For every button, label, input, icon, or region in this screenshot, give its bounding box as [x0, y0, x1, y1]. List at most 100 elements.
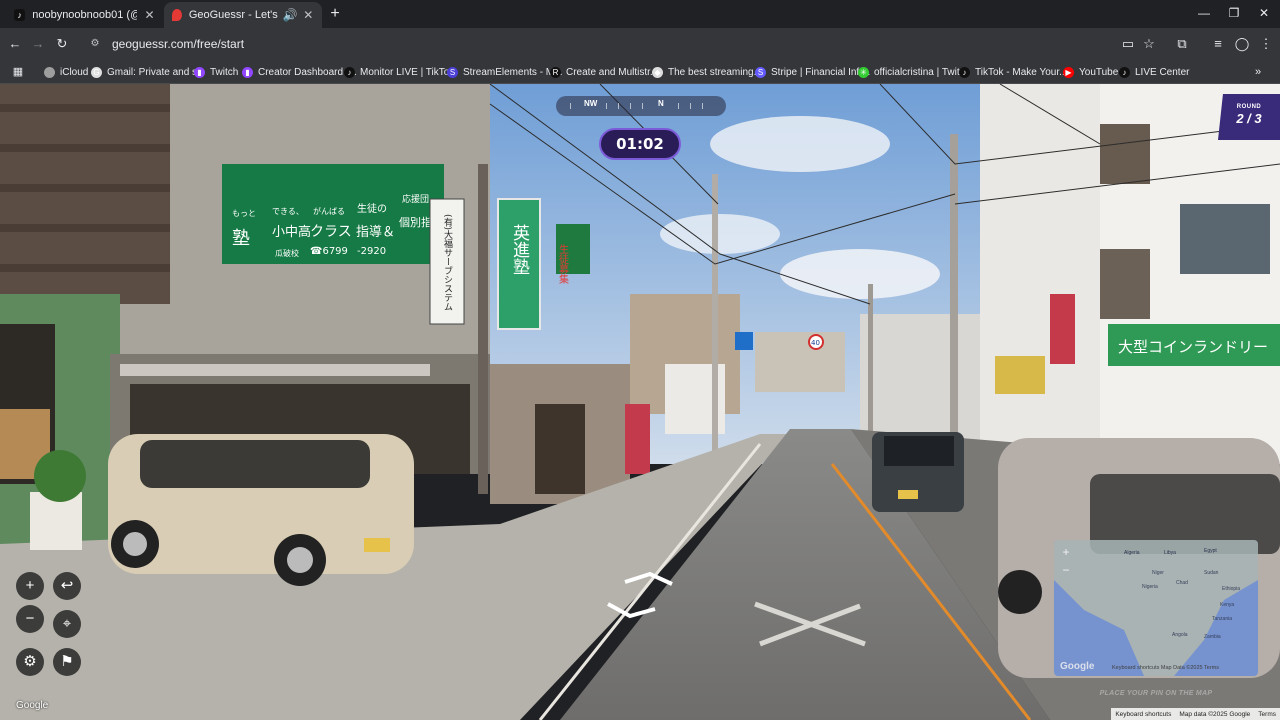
speaker-icon[interactable]: 🔊: [283, 8, 298, 22]
svg-text:瓜破校: 瓜破校: [275, 248, 299, 258]
url-text: geoguessr.com/free/start: [112, 37, 245, 51]
bookmark-item[interactable]: R Create and Multistr...: [550, 64, 658, 80]
bookmark-label: The best streaming...: [668, 66, 762, 78]
zoom-out-button[interactable]: −: [16, 605, 44, 633]
keyboard-shortcuts-link[interactable]: Keyboard shortcuts: [1111, 711, 1175, 718]
flag-icon[interactable]: ⚑: [53, 648, 81, 676]
bookmark-item[interactable]: ♪ LIVE Center: [1119, 64, 1189, 80]
twitter-icon: ✳: [858, 66, 869, 78]
map-zoom-out-button[interactable]: −: [1058, 562, 1074, 578]
bookmark-star-icon[interactable]: ☆: [1141, 36, 1157, 52]
round-value: 2 / 3: [1236, 111, 1262, 126]
reload-icon[interactable]: ↻: [54, 36, 70, 52]
bookmark-item[interactable]: ◆ The best streaming...: [652, 64, 762, 80]
map-google-logo: Google: [1060, 661, 1095, 672]
apps-grid-icon[interactable]: ▦: [10, 64, 26, 80]
svg-text:できる、: できる、: [272, 207, 304, 216]
new-tab-button[interactable]: +: [326, 5, 344, 23]
bookmarks-bar: ▦ iCloud G Gmail: Private and s... ▮ Twitch ▮…: [0, 60, 1280, 84]
forward-icon[interactable]: →: [30, 36, 46, 52]
streamelements-icon: S: [447, 66, 458, 78]
youtube-icon: ▶: [1063, 66, 1074, 78]
svg-text:生徒募集: 生徒募集: [557, 243, 569, 285]
restream-icon: R: [550, 66, 561, 78]
media-icon[interactable]: ≡: [1210, 36, 1226, 52]
bookmark-item[interactable]: S StreamElements - M...: [447, 64, 562, 80]
tab-tiktok[interactable]: ♪ noobynoobnoob01 (@officialc ✕: [6, 2, 164, 28]
tiktok-icon: ♪: [959, 66, 970, 78]
svg-text:英進塾: 英進塾: [509, 224, 530, 275]
round-indicator: ROUND 2 / 3: [1218, 94, 1280, 140]
svg-text:-2920: -2920: [357, 246, 386, 257]
street-view-panorama[interactable]: 大型コインランドリー もっと 塾 できる、 小中高 瓜破校 がんばる クラス ☎…: [0, 84, 1280, 720]
bookmark-item[interactable]: ▮ Twitch: [194, 64, 238, 80]
bookmark-label: Twitch: [210, 66, 239, 78]
laundry-sign-text: 大型コインランドリー: [1118, 338, 1268, 356]
terms-link[interactable]: Terms: [1254, 711, 1280, 718]
guess-map[interactable]: + − Algeria Libya Egypt Niger Sudan Nige…: [1054, 540, 1258, 676]
close-window-button[interactable]: ✕: [1256, 6, 1272, 20]
tab-geoguessr[interactable]: GeoGuessr - Let's explore t 🔊 ✕: [164, 2, 322, 28]
bookmark-item[interactable]: S Stripe | Financial Infr...: [755, 64, 870, 80]
bookmark-item[interactable]: G Gmail: Private and s...: [91, 64, 205, 80]
menu-icon[interactable]: ⋮: [1258, 36, 1274, 52]
twitch-icon: ▮: [242, 66, 253, 78]
compass-n-label: N: [658, 99, 664, 108]
bookmark-item[interactable]: ▮ Creator Dashboard |...: [242, 64, 357, 80]
map-attribution[interactable]: Keyboard shortcuts Map Data ©2025 Terms: [1112, 665, 1219, 671]
restore-button[interactable]: ❐: [1226, 6, 1242, 20]
back-icon[interactable]: ←: [7, 36, 23, 52]
bookmark-label: YouTube: [1079, 66, 1119, 78]
compass-bar: NW N: [556, 96, 726, 116]
tab-title: GeoGuessr - Let's explore t: [188, 9, 281, 21]
svg-text:40: 40: [811, 339, 820, 347]
bookmark-label: StreamElements - M...: [463, 66, 563, 78]
svg-text:指導＆: 指導＆: [356, 225, 395, 240]
tab-title: noobynoobnoob01 (@officialc: [32, 9, 137, 21]
apple-icon: [44, 66, 55, 78]
streetview-footer: Keyboard shortcuts Map data ©2025 Google…: [1111, 708, 1280, 720]
close-tab-icon[interactable]: ✕: [303, 8, 314, 22]
round-timer: 01:02: [599, 128, 681, 160]
svg-text:小中高: 小中高: [272, 224, 311, 240]
svg-text:☎6799: ☎6799: [310, 246, 348, 257]
map-zoom-in-button[interactable]: +: [1058, 544, 1074, 560]
tiktok-icon: ♪: [344, 66, 355, 78]
minimize-button[interactable]: —: [1196, 6, 1212, 20]
bookmark-item[interactable]: ♪ Monitor LIVE | TikTo...: [344, 64, 458, 80]
more-bookmarks-icon[interactable]: »: [1250, 64, 1266, 80]
tiktok-icon: ♪: [1119, 66, 1130, 78]
bookmark-label: iCloud: [60, 66, 89, 78]
extensions-icon[interactable]: ⧉: [1174, 36, 1190, 52]
streetview-google-logo: Google: [16, 700, 49, 711]
bookmark-label: TikTok - Make Your...: [975, 66, 1068, 78]
svg-text:塾: 塾: [232, 227, 250, 249]
bookmark-item[interactable]: ▶ YouTube: [1063, 64, 1118, 80]
round-label: ROUND: [1236, 104, 1262, 110]
bookmark-label: LIVE Center: [1135, 66, 1190, 78]
bookmark-label: Monitor LIVE | TikTo...: [360, 66, 458, 78]
cast-icon[interactable]: ▭: [1120, 36, 1136, 52]
settings-gear-icon[interactable]: ⚙: [16, 648, 44, 676]
diamond-icon: ◆: [652, 66, 663, 78]
profile-icon[interactable]: ◯: [1234, 36, 1250, 52]
place-pin-hint: PLACE YOUR PIN ON THE MAP: [1099, 690, 1213, 697]
bookmark-item[interactable]: ✳ officialcristina | Twit...: [858, 64, 968, 80]
tab-strip: ♪ noobynoobnoob01 (@officialc ✕ GeoGuess…: [0, 0, 1280, 28]
bookmark-item[interactable]: iCloud: [44, 64, 88, 80]
close-tab-icon[interactable]: ✕: [143, 8, 156, 22]
bookmark-label: Stripe | Financial Infr...: [771, 66, 871, 78]
bookmark-label: Gmail: Private and s...: [107, 66, 206, 78]
undo-move-icon[interactable]: ↩: [53, 572, 81, 600]
svg-text:もっと: もっと: [232, 209, 256, 218]
return-to-start-icon[interactable]: ⌖: [53, 610, 81, 638]
address-bar[interactable]: ⚙ geoguessr.com/free/start: [80, 31, 1160, 57]
browser-toolbar: ← → ↻ ⚙ geoguessr.com/free/start ▭ ☆ ⧉ ≡…: [0, 28, 1280, 60]
zoom-in-button[interactable]: +: [16, 572, 44, 600]
twitch-icon: ▮: [194, 66, 205, 78]
svg-text:応援団: 応援団: [402, 193, 429, 205]
bookmark-label: Create and Multistr...: [566, 66, 659, 78]
bookmark-item[interactable]: ♪ TikTok - Make Your...: [959, 64, 1067, 80]
tiktok-icon: ♪: [14, 9, 26, 21]
site-info-icon[interactable]: ⚙: [88, 37, 102, 51]
